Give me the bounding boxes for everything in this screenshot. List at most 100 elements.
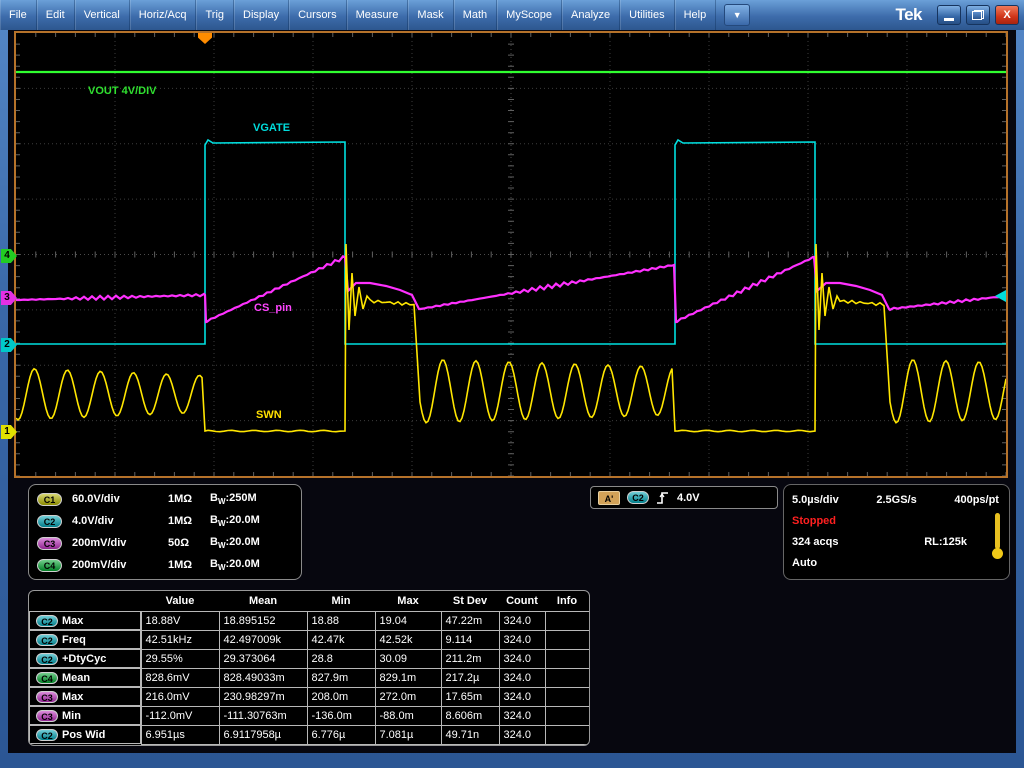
close-icon: X bbox=[1003, 9, 1010, 21]
meas-value: 216.0mV bbox=[141, 687, 219, 706]
channel-impedance: 1MΩ bbox=[168, 493, 210, 505]
menu-mask[interactable]: Mask bbox=[408, 0, 453, 30]
meas-stdev: 8.606m bbox=[441, 706, 499, 725]
meas-col-header: Count bbox=[499, 591, 545, 611]
menu-cursors[interactable]: Cursors bbox=[289, 0, 347, 30]
meas-mean: 230.98297m bbox=[219, 687, 307, 706]
tek-logo: Tek bbox=[895, 5, 922, 25]
meas-min: 208.0m bbox=[307, 687, 375, 706]
meas-count: 324.0 bbox=[499, 687, 545, 706]
sample-rate-value: 2.5GS/s bbox=[876, 494, 916, 506]
trigger-source-badge: C2 bbox=[627, 491, 649, 504]
titlebar-right: Tek X bbox=[895, 0, 1024, 30]
measurement-name: Mean bbox=[62, 672, 90, 684]
channel-scale: 4.0V/div bbox=[72, 515, 168, 527]
waveform-display[interactable]: VOUT 4V/DIVVGATECS_pinSWN bbox=[14, 31, 1008, 478]
meas-col-header: Mean bbox=[219, 591, 307, 611]
menu-analyze[interactable]: Analyze bbox=[562, 0, 620, 30]
measurement-table-panel: ValueMeanMinMaxSt DevCountInfoC2Max18.88… bbox=[28, 590, 590, 746]
menu-edit[interactable]: Edit bbox=[37, 0, 75, 30]
meas-min: 28.8 bbox=[307, 649, 375, 668]
meas-count: 324.0 bbox=[499, 668, 545, 687]
measurement-row[interactable]: C2Max18.88V18.89515218.8819.0447.22m324.… bbox=[29, 611, 589, 630]
minimize-button[interactable] bbox=[937, 5, 961, 25]
menu-bar: FileEditVerticalHoriz/AcqTrigDisplayCurs… bbox=[0, 0, 1024, 30]
trigger-level-value: 4.0V bbox=[677, 492, 700, 504]
channel-readout-row-c4[interactable]: C4200mV/div1MΩBW:20.0M bbox=[37, 554, 293, 576]
meas-info bbox=[545, 611, 589, 630]
measurement-row[interactable]: C2Pos Wid6.951µs6.9117958µ6.776µ7.081µ49… bbox=[29, 725, 589, 744]
channel-readout-row-c1[interactable]: C1 60.0V/div1MΩBW:250M bbox=[37, 488, 293, 510]
meas-col-header: St Dev bbox=[441, 591, 499, 611]
meas-value: -112.0mV bbox=[141, 706, 219, 725]
channel-readout-panel[interactable]: C1 60.0V/div1MΩBW:250M C24.0V/div1MΩBW:20.… bbox=[28, 484, 302, 580]
timebase-value: 5.0µs/div bbox=[792, 494, 839, 506]
menu-file[interactable]: File bbox=[0, 0, 37, 30]
meas-count: 324.0 bbox=[499, 725, 545, 744]
resolution-value: 400ps/pt bbox=[954, 494, 999, 506]
channel-bandwidth: BW:20.0M bbox=[210, 536, 293, 550]
menu-utilities[interactable]: Utilities bbox=[620, 0, 674, 30]
channel-scale: 60.0V/div bbox=[72, 493, 168, 505]
meas-max: 829.1m bbox=[375, 668, 441, 687]
meas-stdev: 49.71n bbox=[441, 725, 499, 744]
close-button[interactable]: X bbox=[995, 5, 1019, 25]
meas-stdev: 47.22m bbox=[441, 611, 499, 630]
measurement-name: Max bbox=[62, 615, 83, 627]
measurement-name: Max bbox=[62, 691, 83, 703]
meas-value: 29.55% bbox=[141, 649, 219, 668]
channel-bandwidth: BW:250M bbox=[210, 492, 293, 506]
channel-readout-row-c3[interactable]: C3200mV/div50ΩBW:20.0M bbox=[37, 532, 293, 554]
meas-max: 30.09 bbox=[375, 649, 441, 668]
channel-badge: C2 bbox=[36, 729, 58, 741]
meas-col-header: Max bbox=[375, 591, 441, 611]
menu-display[interactable]: Display bbox=[234, 0, 289, 30]
trigger-readout-panel[interactable]: A' C2 4.0V bbox=[590, 486, 778, 509]
channel-badge: C3 bbox=[36, 710, 58, 722]
minimize-icon bbox=[944, 18, 954, 21]
meas-min: 42.47k bbox=[307, 630, 375, 649]
menu-math[interactable]: Math bbox=[454, 0, 497, 30]
channel-badge: C2 bbox=[36, 653, 58, 665]
meas-mean: 6.9117958µ bbox=[219, 725, 307, 744]
menu-horizacq[interactable]: Horiz/Acq bbox=[130, 0, 197, 30]
meas-info bbox=[545, 668, 589, 687]
channel-impedance: 50Ω bbox=[168, 537, 210, 549]
measurement-row[interactable]: C3Max216.0mV230.98297m208.0m272.0m17.65m… bbox=[29, 687, 589, 706]
channel-bandwidth: BW:20.0M bbox=[210, 558, 293, 572]
measurement-row[interactable]: C4Mean828.6mV828.49033m827.9m829.1m217.2… bbox=[29, 668, 589, 687]
menu-myscope[interactable]: MyScope bbox=[497, 0, 562, 30]
menu-help[interactable]: Help bbox=[675, 0, 717, 30]
meas-min: 6.776µ bbox=[307, 725, 375, 744]
horizontal-acquisition-panel[interactable]: 5.0µs/div 2.5GS/s 400ps/pt Stopped 324 a… bbox=[783, 484, 1010, 580]
meas-mean: 42.497009k bbox=[219, 630, 307, 649]
measurement-row[interactable]: C2+DtyCyc29.55%29.37306428.830.09211.2m3… bbox=[29, 649, 589, 668]
channel-badge: C1 bbox=[37, 493, 62, 506]
meas-stdev: 17.65m bbox=[441, 687, 499, 706]
acquisition-state: Stopped bbox=[792, 510, 1001, 531]
menu-trig[interactable]: Trig bbox=[196, 0, 234, 30]
vgate-label: VGATE bbox=[253, 122, 290, 134]
channel-impedance: 1MΩ bbox=[168, 515, 210, 527]
meas-count: 324.0 bbox=[499, 611, 545, 630]
meas-stdev: 9.114 bbox=[441, 630, 499, 649]
menu-dropdown-button[interactable]: ▼ bbox=[724, 4, 750, 26]
meas-count: 324.0 bbox=[499, 706, 545, 725]
restore-button[interactable] bbox=[966, 5, 990, 25]
measurement-row[interactable]: C3Min-112.0mV-111.30763m-136.0m-88.0m8.6… bbox=[29, 706, 589, 725]
menu-vertical[interactable]: Vertical bbox=[75, 0, 130, 30]
meas-min: 827.9m bbox=[307, 668, 375, 687]
measurement-row[interactable]: C2Freq42.51kHz42.497009k42.47k42.52k9.11… bbox=[29, 630, 589, 649]
record-length: RL:125k bbox=[924, 536, 967, 548]
meas-max: 19.04 bbox=[375, 611, 441, 630]
meas-col-header: Value bbox=[141, 591, 219, 611]
meas-count: 324.0 bbox=[499, 630, 545, 649]
meas-col-header: Min bbox=[307, 591, 375, 611]
meas-max: 42.52k bbox=[375, 630, 441, 649]
thermometer-icon bbox=[992, 513, 1003, 559]
meas-mean: 828.49033m bbox=[219, 668, 307, 687]
channel-readout-row-c2[interactable]: C24.0V/div1MΩBW:20.0M bbox=[37, 510, 293, 532]
menu-measure[interactable]: Measure bbox=[347, 0, 409, 30]
measurement-name: Min bbox=[62, 710, 81, 722]
meas-value: 42.51kHz bbox=[141, 630, 219, 649]
